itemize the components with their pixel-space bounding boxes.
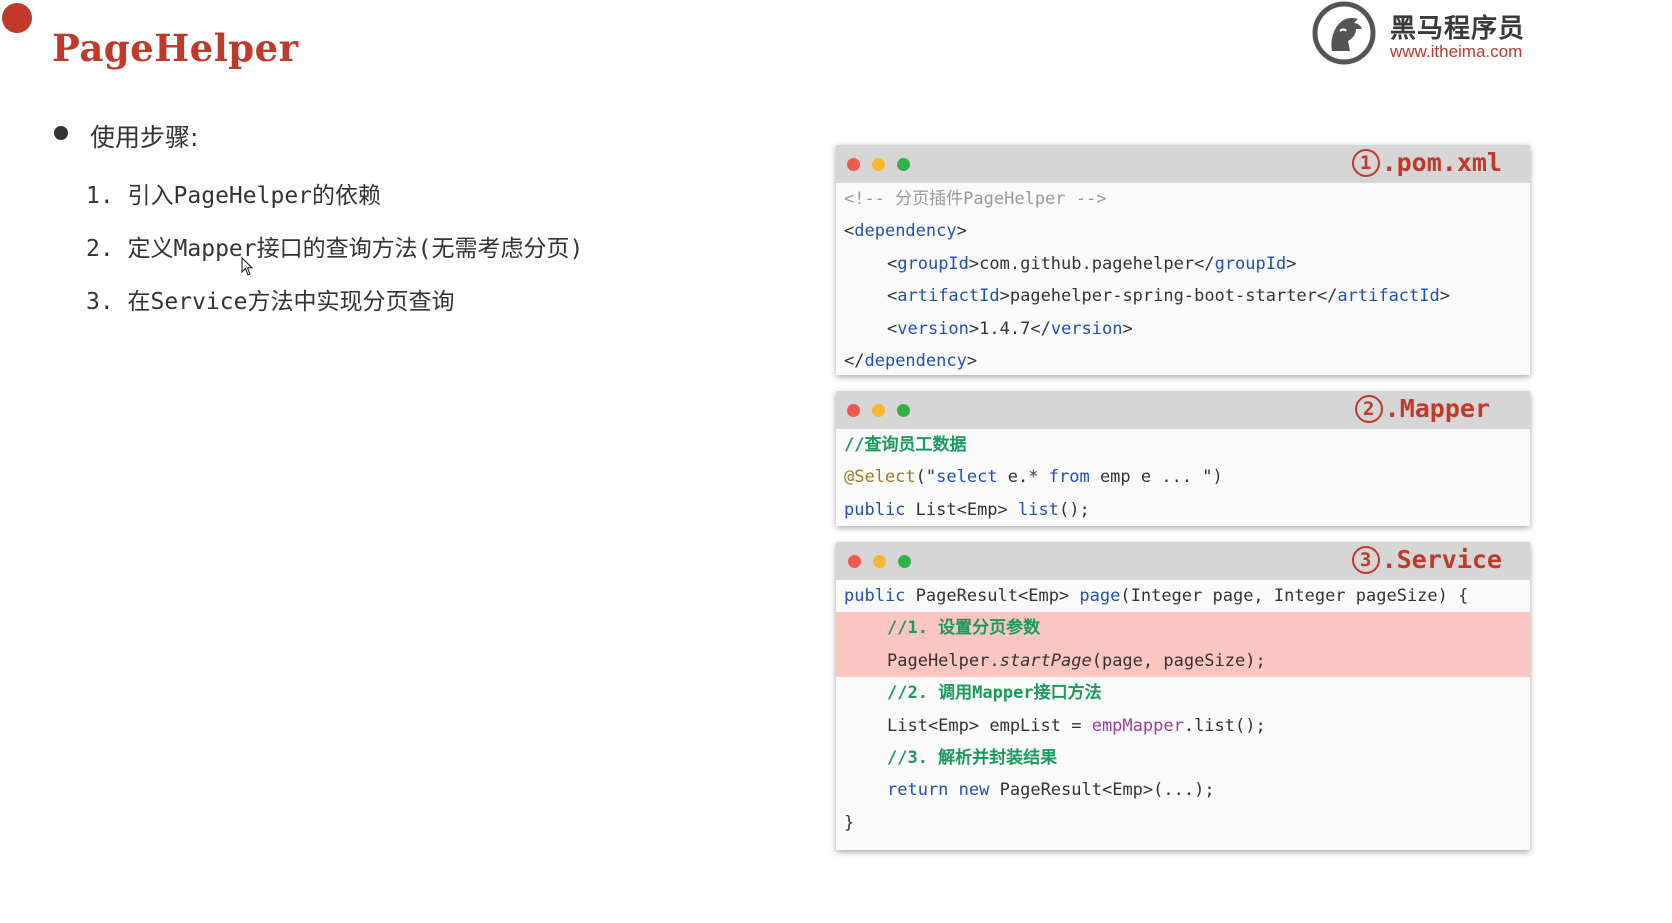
- bullet-icon: [54, 126, 68, 140]
- logo-url: www.itheima.com: [1390, 42, 1523, 61]
- maximize-light-icon: [897, 404, 910, 417]
- itheima-logo: 黑马程序员 www.itheima.com: [1310, 0, 1550, 68]
- title-dot-decoration: [2, 3, 32, 33]
- code-line: public List<Emp> list();: [844, 499, 1090, 520]
- code-comment: //2. 调用Mapper接口方法: [887, 683, 1102, 704]
- close-light-icon: [848, 555, 861, 568]
- pom-xml-window: 1 .pom.xml <!-- 分页插件PageHelper --> <depen…: [836, 145, 1530, 375]
- window-title: 1 .pom.xml: [1351, 148, 1502, 177]
- horse-logo-icon: [1312, 1, 1376, 65]
- mapper-window: 2 .Mapper //查询员工数据 @Select("select e.* fr…: [836, 391, 1530, 526]
- code-line: <version>1.4.7</version>: [887, 318, 1133, 339]
- close-light-icon: [847, 404, 860, 417]
- logo-name: 黑马程序员: [1390, 14, 1526, 44]
- window-titlebar: 3 .Service: [836, 542, 1530, 580]
- window-titlebar: 1 .pom.xml: [836, 145, 1530, 183]
- step-item: 3. 在Service方法中实现分页查询: [86, 289, 455, 315]
- highlighted-comment: //1. 设置分页参数: [836, 612, 1530, 645]
- code-line: <artifactId>pagehelper-spring-boot-start…: [887, 286, 1450, 307]
- code-line: public PageResult<Emp> page(Integer page…: [844, 586, 1469, 606]
- service-window: 3 .Service public PageResult<Emp> page(In…: [836, 542, 1530, 850]
- code-line: List<Emp> empList = empMapper.list();: [887, 715, 1266, 736]
- minimize-light-icon: [873, 555, 886, 568]
- maximize-light-icon: [897, 158, 910, 171]
- code-line: <groupId>com.github.pagehelper</groupId>: [887, 253, 1297, 274]
- maximize-light-icon: [898, 555, 911, 568]
- mouse-cursor-icon: [241, 257, 254, 276]
- code-line: return new PageResult<Emp>(...);: [887, 780, 1215, 801]
- minimize-light-icon: [872, 404, 885, 417]
- code-line: }: [844, 812, 855, 833]
- code-line: <dependency>: [844, 221, 967, 242]
- code-comment: //查询员工数据: [844, 435, 967, 455]
- highlighted-code-line: PageHelper.startPage(page, pageSize);: [836, 644, 1530, 678]
- code-line: </dependency>: [844, 350, 978, 371]
- window-titlebar: 2 .Mapper: [836, 391, 1530, 429]
- step-item: 1. 引入PageHelper的依赖: [86, 183, 382, 209]
- page-title: PageHelper: [52, 26, 299, 70]
- minimize-light-icon: [872, 158, 885, 171]
- steps-heading: 使用步骤:: [90, 123, 199, 152]
- code-line: @Select("select e.* from emp e ... "): [844, 467, 1223, 488]
- code-comment: //3. 解析并封装结果: [887, 747, 1058, 768]
- close-light-icon: [847, 158, 860, 171]
- code-comment: <!-- 分页插件PageHelper -->: [844, 189, 1107, 209]
- window-title: 3 .Service: [1351, 545, 1502, 574]
- window-title: 2 .Mapper: [1354, 394, 1490, 423]
- step-item: 2. 定义Mapper接口的查询方法(无需考虑分页): [86, 236, 584, 262]
